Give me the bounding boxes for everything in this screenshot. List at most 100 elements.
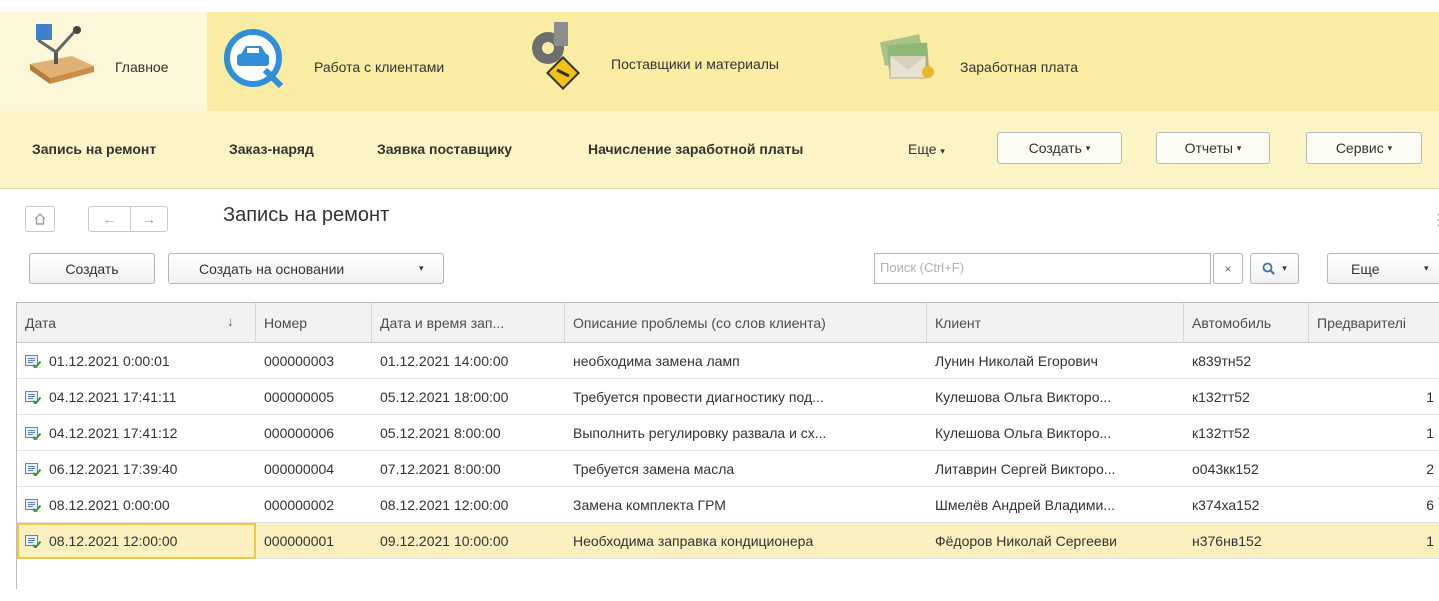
cell-date: 04.12.2021 17:41:11: [17, 379, 256, 415]
table-row[interactable]: 08.12.2021 0:00:00 000000002 08.12.2021 12…: [17, 487, 1439, 523]
cell-number-text: 000000005: [264, 389, 335, 405]
cell-client-text: Лунин Николай Егорович: [935, 353, 1098, 369]
cell-pre-text: 1: [1426, 389, 1434, 405]
create-based-on-label: Создать на основании: [199, 260, 345, 277]
cell-problem-text: Требуется замена масла: [573, 461, 735, 477]
cell-datetime: 05.12.2021 18:00:00: [372, 379, 565, 415]
table-header: Дата ↓ Номер Дата и время зап... Описани…: [17, 303, 1439, 343]
cell-pre: 1: [1309, 523, 1439, 559]
section-suppliers[interactable]: Поставщики и материалы: [507, 12, 850, 111]
func-repair-booking[interactable]: Запись на ремонт: [32, 141, 156, 157]
cell-client-text: Фёдоров Николай Сергееви: [935, 533, 1117, 549]
func-payroll[interactable]: Начисление заработной платы: [588, 141, 803, 157]
cell-client-text: Кулешова Ольга Викторо...: [935, 389, 1112, 405]
cell-pre: 2: [1309, 451, 1439, 487]
search-icon: [1262, 262, 1275, 275]
cell-number: 000000006: [256, 415, 372, 451]
cell-car: о043кк152: [1184, 451, 1309, 487]
clear-icon[interactable]: ×: [1213, 253, 1243, 284]
cell-client-text: Шмелёв Андрей Владими...: [935, 497, 1115, 513]
cell-datetime: 07.12.2021 8:00:00: [372, 451, 565, 487]
search-button[interactable]: ▾: [1250, 253, 1299, 284]
arrow-left-icon: ←: [102, 211, 117, 227]
table-row[interactable]: 04.12.2021 17:41:11 000000005 05.12.2021 1…: [17, 379, 1439, 415]
cell-problem-text: Выполнить регулировку развала и сх...: [573, 425, 827, 441]
chevron-down-icon: ▾: [419, 263, 424, 273]
cell-car-text: н376нв152: [1192, 533, 1262, 549]
section-salary[interactable]: Заработная плата: [850, 12, 1110, 111]
cell-datetime-text: 07.12.2021 8:00:00: [380, 461, 501, 477]
cell-client: Фёдоров Николай Сергееви: [927, 523, 1184, 559]
cell-number: 000000004: [256, 451, 372, 487]
cell-car: к132тт52: [1184, 379, 1309, 415]
section-clients[interactable]: Работа с клиентами: [207, 12, 507, 111]
cell-datetime: 05.12.2021 8:00:00: [372, 415, 565, 451]
service-menu-label: Сервис: [1335, 140, 1384, 156]
horizontal-scrollbar[interactable]: [16, 589, 1439, 601]
cell-datetime-text: 09.12.2021 10:00:00: [380, 533, 509, 549]
func-supplier-request[interactable]: Заявка поставщику: [377, 141, 512, 157]
cell-client: Шмелёв Андрей Владими...: [927, 487, 1184, 523]
func-more-button[interactable]: Еще ▾: [908, 141, 945, 157]
cell-number: 000000002: [256, 487, 372, 523]
table-row[interactable]: 06.12.2021 17:39:40 000000004 07.12.2021 8…: [17, 451, 1439, 487]
section-main[interactable]: Главное: [0, 12, 207, 111]
cell-date-text: 04.12.2021 17:41:12: [49, 425, 178, 441]
more-vertical-icon[interactable]: ⋮: [1431, 210, 1439, 230]
sort-down-icon: ↓: [227, 314, 234, 329]
column-header-number[interactable]: Номер: [256, 303, 372, 343]
cell-datetime-text: 05.12.2021 8:00:00: [380, 425, 501, 441]
cell-car-text: к374ха152: [1192, 497, 1260, 513]
func-work-order[interactable]: Заказ-наряд: [229, 141, 314, 157]
current-cell-highlight: [17, 523, 256, 559]
cell-date-text: 04.12.2021 17:41:11: [49, 389, 177, 405]
forward-button[interactable]: →: [130, 206, 168, 232]
column-header-client[interactable]: Клиент: [927, 303, 1184, 343]
cell-pre-text: 2: [1426, 461, 1434, 477]
column-header-problem[interactable]: Описание проблемы (со слов клиента): [565, 303, 927, 343]
cell-car: к132тт52: [1184, 415, 1309, 451]
cell-problem: Выполнить регулировку развала и сх...: [565, 415, 927, 451]
cell-datetime: 09.12.2021 10:00:00: [372, 523, 565, 559]
create-button[interactable]: Создать: [29, 253, 155, 284]
cell-client-text: Кулешова Ольга Викторо...: [935, 425, 1112, 441]
cell-problem: необходима замена ламп: [565, 343, 927, 379]
car-service-icon: [224, 29, 284, 89]
cell-pre-text: 1: [1426, 425, 1434, 441]
table-row[interactable]: 04.12.2021 17:41:12 000000006 05.12.2021 8…: [17, 415, 1439, 451]
cell-number: 000000001: [256, 523, 372, 559]
back-button[interactable]: ←: [88, 206, 130, 232]
search-input[interactable]: Поиск (Ctrl+F): [874, 253, 1211, 284]
column-header-car[interactable]: Автомобиль: [1184, 303, 1309, 343]
cell-datetime-text: 08.12.2021 12:00:00: [380, 497, 509, 513]
section-label-clients: Работа с клиентами: [314, 59, 445, 75]
cell-number-text: 000000004: [264, 461, 335, 477]
more-button-label: Еще: [1351, 260, 1380, 277]
column-header-datetime[interactable]: Дата и время зап...: [372, 303, 565, 343]
cell-pre-text: 6: [1426, 497, 1434, 513]
func-more-label: Еще: [908, 141, 937, 157]
cell-datetime: 01.12.2021 14:00:00: [372, 343, 565, 379]
cell-number-text: 000000003: [264, 353, 335, 369]
chevron-down-icon: ▾: [1236, 142, 1242, 153]
cell-date: 04.12.2021 17:41:12: [17, 415, 256, 451]
cell-problem: Требуется замена масла: [565, 451, 927, 487]
column-header-date[interactable]: Дата ↓: [17, 303, 256, 343]
cell-datetime-text: 05.12.2021 18:00:00: [380, 389, 509, 405]
create-based-on-button[interactable]: Создать на основании ▾: [168, 253, 444, 284]
arrow-right-icon: →: [142, 211, 156, 227]
service-menu-button[interactable]: Сервис ▾: [1306, 132, 1422, 164]
document-posted-icon: [25, 391, 41, 404]
column-header-preliminary[interactable]: Предварителі: [1309, 303, 1439, 343]
reports-menu-button[interactable]: Отчеты ▾: [1156, 132, 1270, 164]
create-menu-button[interactable]: Создать ▾: [997, 132, 1122, 164]
cell-date: 06.12.2021 17:39:40: [17, 451, 256, 487]
cell-client: Кулешова Ольга Викторо...: [927, 379, 1184, 415]
table-row[interactable]: 01.12.2021 0:00:01 000000003 01.12.2021 14…: [17, 343, 1439, 379]
home-button[interactable]: [25, 206, 55, 232]
cell-client: Литаврин Сергей Викторо...: [927, 451, 1184, 487]
more-button[interactable]: Еще ▾: [1327, 253, 1439, 284]
table-row[interactable]: 08.12.2021 12:00:00 000000001 09.12.2021 1…: [17, 523, 1439, 559]
cell-client: Лунин Николай Егорович: [927, 343, 1184, 379]
cell-car-text: к839тн52: [1192, 353, 1252, 369]
